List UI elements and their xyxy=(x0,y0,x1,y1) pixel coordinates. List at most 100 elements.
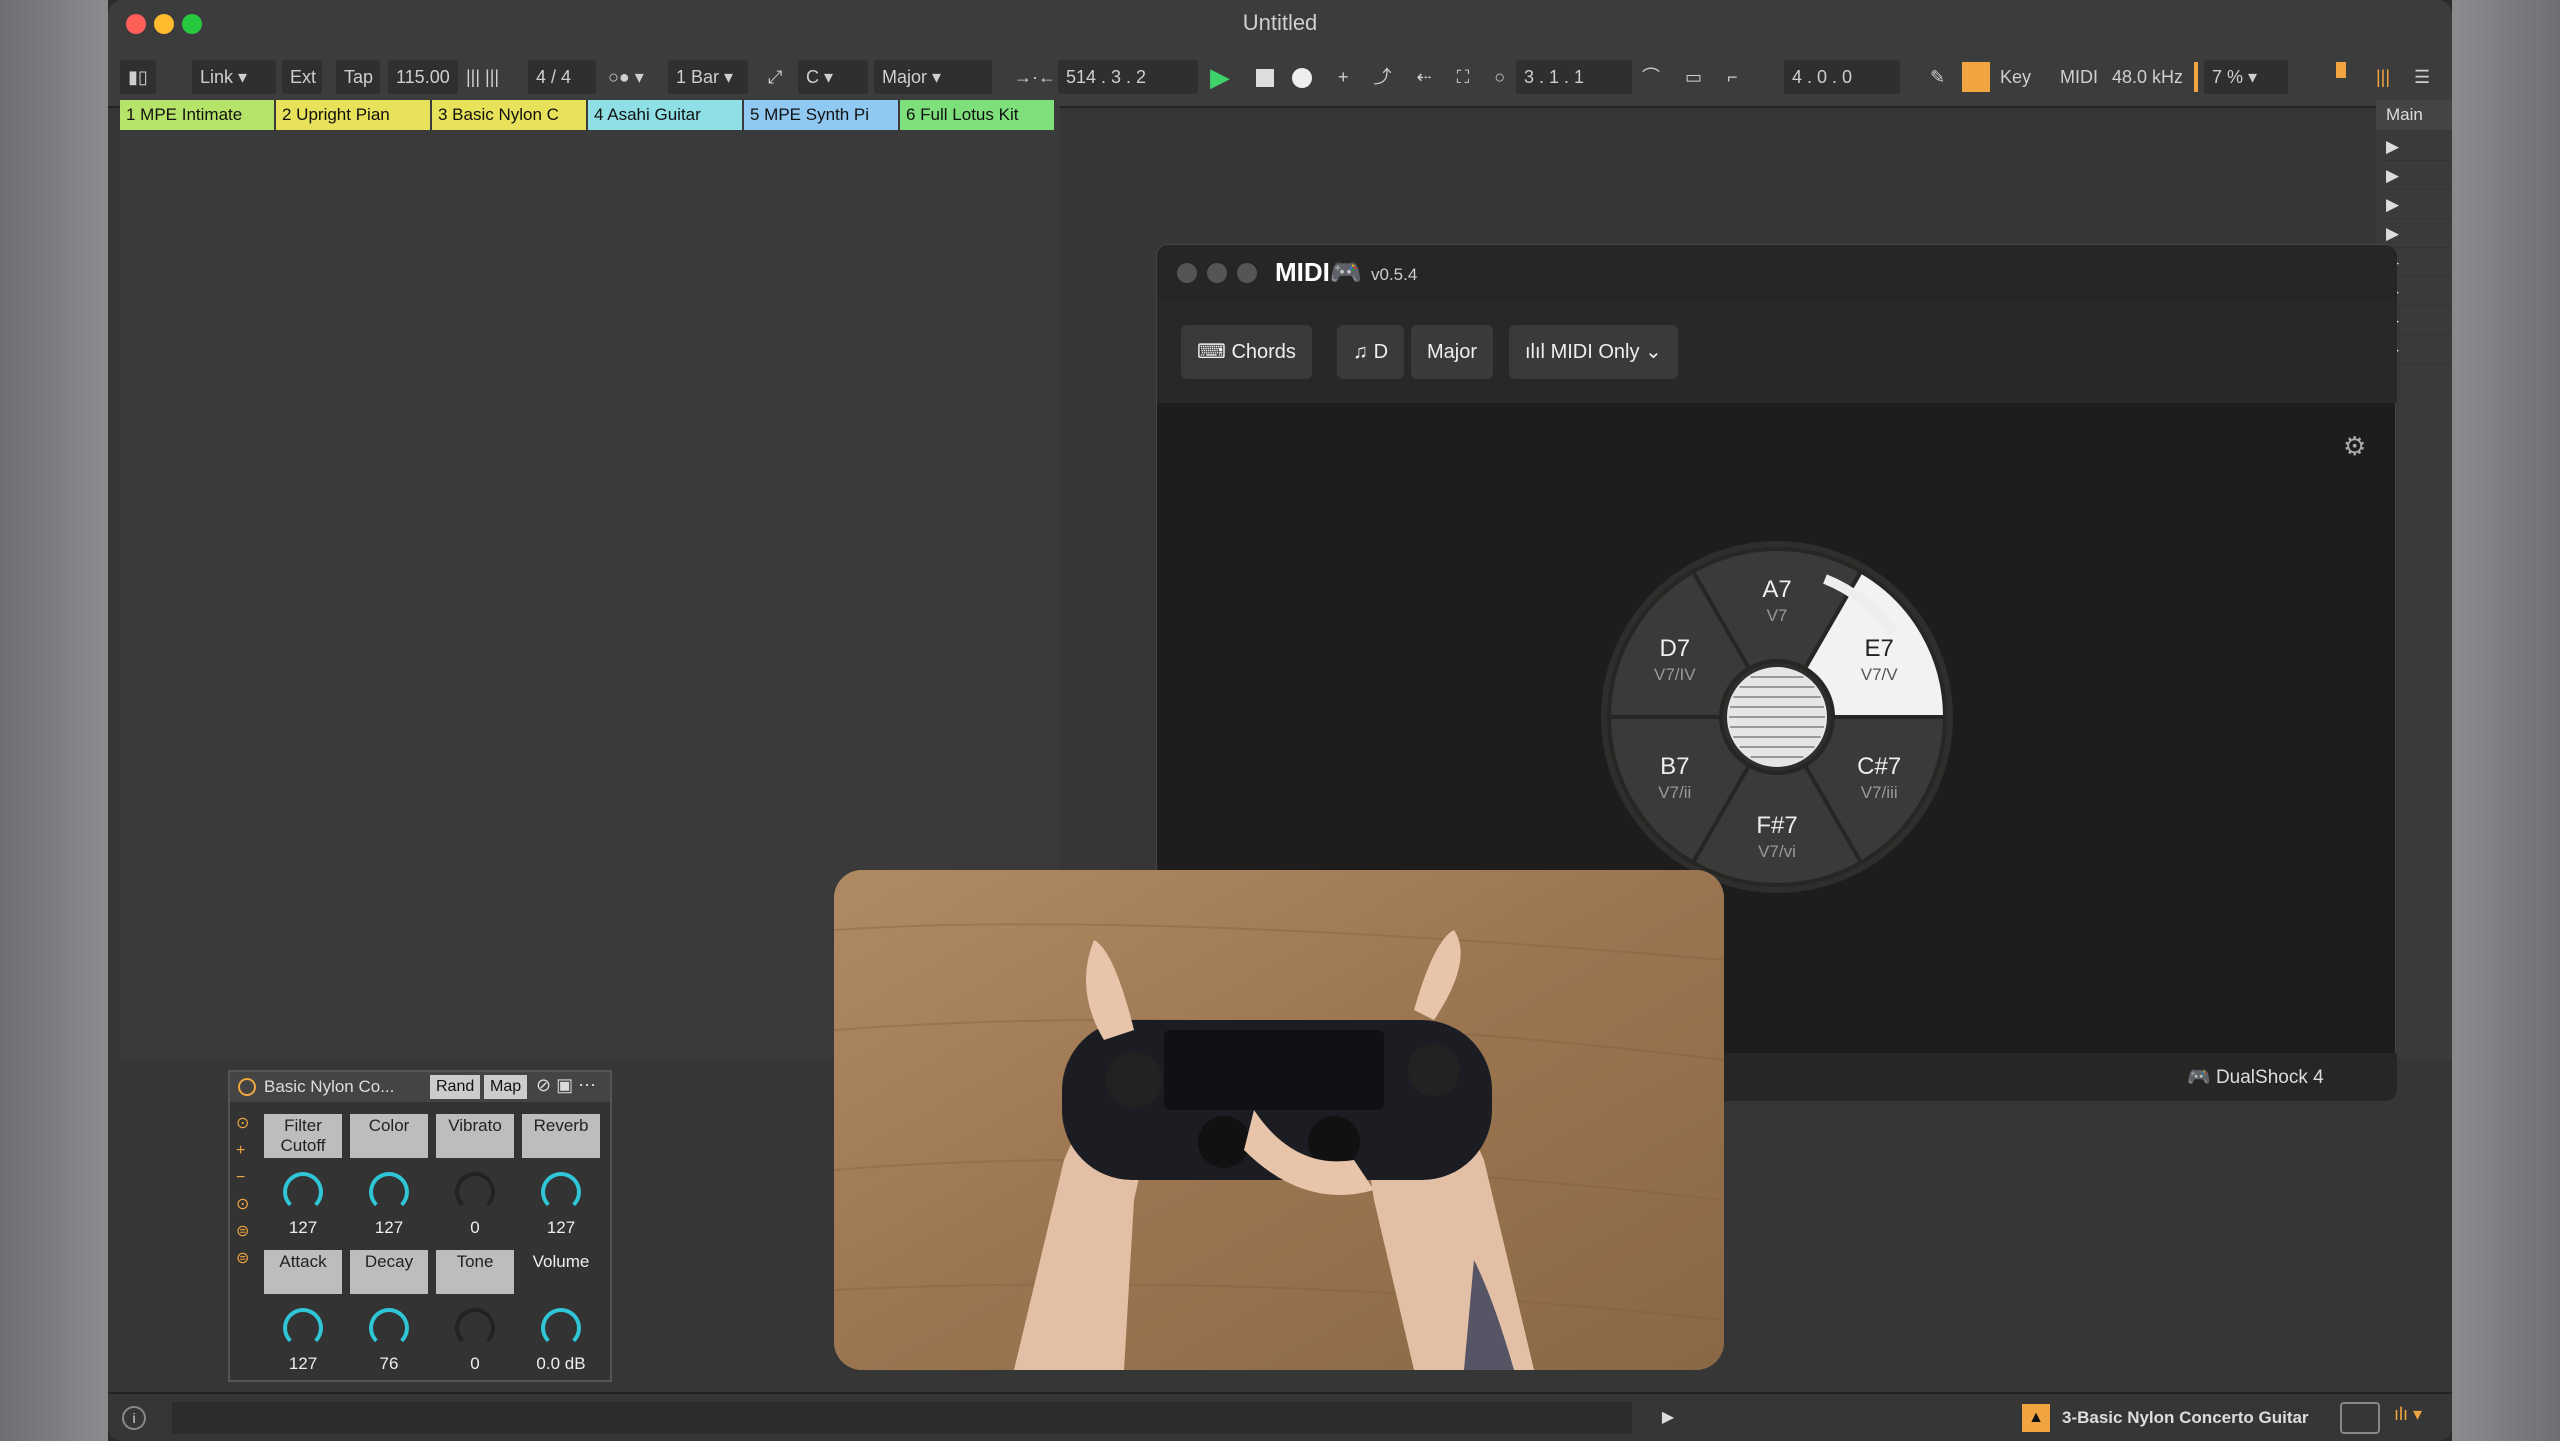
view-toggle-icon[interactable]: ▮▯ xyxy=(120,60,156,94)
tap-button[interactable]: Tap xyxy=(336,60,380,94)
param-knob[interactable] xyxy=(541,1308,581,1348)
status-bar: i ▶ ▲ 3-Basic Nylon Concerto Guitar ılı … xyxy=(108,1392,2452,1441)
scene-launch-icon[interactable]: ▶ xyxy=(2386,137,2399,157)
chord-degree: V7/iii xyxy=(1861,783,1898,802)
midipad-zoom-button[interactable] xyxy=(1237,263,1257,283)
param-knob[interactable] xyxy=(283,1308,323,1348)
ext-button[interactable]: Ext xyxy=(282,60,322,94)
gamepad-logo-icon: 🎮 xyxy=(1329,257,1363,287)
param-knob[interactable] xyxy=(541,1172,581,1212)
info-icon[interactable]: i xyxy=(122,1406,146,1430)
link-button[interactable]: Link ▾ xyxy=(192,60,276,94)
controller-status: 🎮 DualShock 4 xyxy=(2187,1065,2324,1089)
key-label: D xyxy=(1373,341,1389,363)
webcam-overlay xyxy=(834,870,1724,1370)
desktop-left xyxy=(0,0,108,1441)
stop-icon[interactable] xyxy=(1256,69,1274,87)
output-label: MIDI Only xyxy=(1550,341,1640,363)
computer-keyboard-icon[interactable] xyxy=(1962,62,1990,92)
gamepad-small-icon: 🎮 xyxy=(2187,1067,2211,1088)
param-knob[interactable] xyxy=(455,1172,495,1212)
chord-wheel: A7 V7 E7 V7/V C#7 V7/iii F#7 V7/vi B7 V7/ii D7 V7/I… xyxy=(1601,541,1953,893)
play-icon[interactable]: ▶ xyxy=(1210,60,1230,94)
overdub-automation-icons[interactable]: + ⤴ ⇠ ⛶ ○ xyxy=(1338,60,1515,94)
loop-length-field[interactable]: 4 . 0 . 0 xyxy=(1784,60,1900,94)
metronome-icon[interactable]: ○● ▾ xyxy=(608,60,644,94)
scene-4[interactable]: ▶4 xyxy=(2380,219,2452,248)
loop-switch-icons[interactable]: ⌒ ▭ ⌐ xyxy=(1642,60,1748,94)
param-knob[interactable] xyxy=(369,1308,409,1348)
status-play-icon[interactable]: ▶ xyxy=(1654,1402,1682,1434)
output-mode-select[interactable]: ılıl MIDI Only ⌄ xyxy=(1509,325,1678,379)
track-header-6[interactable]: 6 Full Lotus Kit xyxy=(900,100,1054,130)
scene-2[interactable]: ▶2 xyxy=(2380,161,2452,190)
chord-degree: V7 xyxy=(1767,606,1788,625)
chord-name: D7 xyxy=(1659,635,1690,662)
selected-track-label: 3-Basic Nylon Concerto Guitar xyxy=(2062,1408,2309,1427)
mode-chords-button[interactable]: ⌨ Chords xyxy=(1181,325,1312,379)
param-knob[interactable] xyxy=(283,1172,323,1212)
param-label: Volume xyxy=(522,1250,600,1294)
draw-mode-icon[interactable]: ✎ xyxy=(1930,60,1945,94)
map-button[interactable]: Map xyxy=(484,1075,528,1099)
chord-degree: V7/V xyxy=(1861,665,1899,684)
track-header-1[interactable]: 1 MPE Intimate xyxy=(120,100,274,130)
device-power-icon[interactable] xyxy=(238,1078,256,1096)
param-value: 127 xyxy=(546,1218,576,1237)
tempo-field[interactable]: 115.00 xyxy=(388,60,458,94)
midi-track-icon[interactable] xyxy=(2340,1402,2380,1434)
cpu-graph-icon[interactable]: ılı ▾ xyxy=(2394,1404,2422,1425)
key-scale-select[interactable]: Major ▾ xyxy=(874,60,992,94)
midipad-logo: MIDI🎮 xyxy=(1275,257,1362,288)
scene-launch-icon[interactable]: ▶ xyxy=(2386,224,2399,244)
param-label: Color xyxy=(350,1114,428,1158)
chord-name: E7 xyxy=(1865,635,1894,662)
key-map-button[interactable]: Key xyxy=(2000,60,2031,94)
song-position-field[interactable]: 514 . 3 . 2 xyxy=(1058,60,1198,94)
midipad-version: v0.5.4 xyxy=(1371,265,1418,284)
param-value: 0 xyxy=(470,1218,480,1237)
track-header-3[interactable]: 3 Basic Nylon C xyxy=(432,100,586,130)
key-root-select[interactable]: C ▾ xyxy=(798,60,868,94)
cpu-meter xyxy=(2194,62,2198,92)
track-header-5[interactable]: 5 MPE Synth Pi xyxy=(744,100,898,130)
scene-3[interactable]: ▶3 xyxy=(2380,190,2452,219)
link-label: Link xyxy=(200,67,234,87)
param-label: Vibrato xyxy=(436,1114,514,1158)
mixer-view-icon[interactable]: ||| xyxy=(2376,60,2390,94)
param-knob[interactable] xyxy=(369,1172,409,1212)
record-icon[interactable] xyxy=(1292,68,1312,88)
device-options-icon[interactable]: ⊘ ▣ ⋯ xyxy=(536,1075,596,1096)
follow-icon[interactable]: ⤢ xyxy=(768,60,782,94)
track-header-2[interactable]: 2 Upright Pian xyxy=(276,100,430,130)
track-header-4[interactable]: 4 Asahi Guitar xyxy=(588,100,742,130)
scene-launch-icon[interactable]: ▶ xyxy=(2386,166,2399,186)
cpu-label: 7 % xyxy=(2212,67,2244,87)
time-signature-field[interactable]: 4 / 4 xyxy=(528,60,596,94)
title-bar: Untitled xyxy=(108,0,2452,48)
param-label: Attack xyxy=(264,1250,342,1294)
scale-select-button[interactable]: Major xyxy=(1411,325,1494,379)
chord-degree: V7/IV xyxy=(1654,665,1696,684)
arrangement-position-icon[interactable]: →·← xyxy=(1014,60,1056,94)
rand-button[interactable]: Rand xyxy=(430,1075,481,1099)
loop-start-field[interactable]: 3 . 1 . 1 xyxy=(1516,60,1632,94)
hands-holding-controller-image xyxy=(834,870,1724,1370)
midipad-close-button[interactable] xyxy=(1177,263,1197,283)
gamepad-icon: ⌨ xyxy=(1197,341,1226,363)
chord-name: C#7 xyxy=(1857,753,1901,780)
scene-1[interactable]: ▶1 xyxy=(2380,132,2452,161)
chevron-down-icon: ⌄ xyxy=(1645,341,1662,363)
metronome-bars-icon[interactable]: ||| ||| xyxy=(466,60,499,94)
quantize-select[interactable]: 1 Bar ▾ xyxy=(668,60,748,94)
cpu-load: 7 % ▾ xyxy=(2204,60,2288,94)
settings-gear-icon[interactable]: ⚙ xyxy=(2343,431,2366,462)
param-knob[interactable] xyxy=(455,1308,495,1348)
midi-map-button[interactable]: MIDI xyxy=(2060,60,2098,94)
key-select-button[interactable]: ♫ D xyxy=(1337,325,1405,379)
scene-launch-icon[interactable]: ▶ xyxy=(2386,195,2399,215)
menu-icon[interactable]: ☰ xyxy=(2414,60,2430,94)
device-side-icons[interactable]: ⊙ + − ⊙ ⊜ ⊜ xyxy=(236,1110,256,1270)
midipad-minimize-button[interactable] xyxy=(1207,263,1227,283)
sample-rate: 48.0 kHz xyxy=(2112,67,2184,87)
